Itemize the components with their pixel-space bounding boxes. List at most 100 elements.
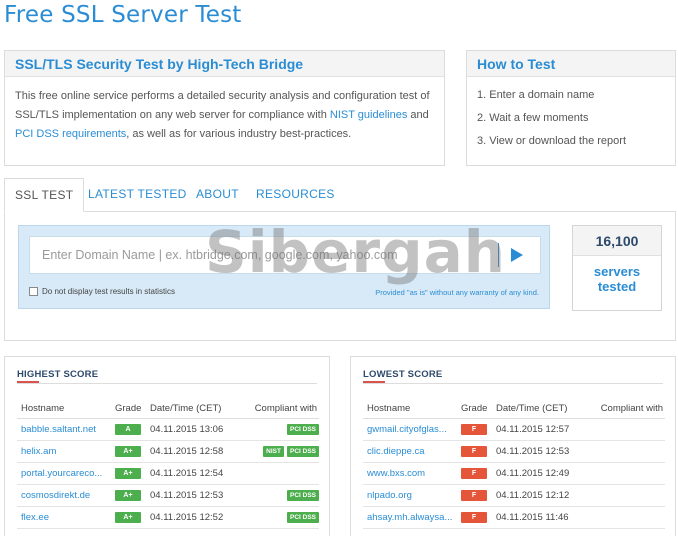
highest-score-title: HIGHEST SCORE [17,369,99,380]
hostname-link[interactable]: helix.am [17,440,111,463]
hostname-link[interactable]: portal.yourcareco... [17,462,111,485]
nist-badge: NIST [263,446,284,457]
date-cell: 04.11.2015 12:58 [146,440,242,463]
column-header: Grade [457,400,492,419]
hostname-link[interactable]: clic.dieppe.ca [363,440,457,463]
pci-dss-badge: PCI DSS [286,446,319,457]
column-header: Date/Time (CET) [492,400,588,419]
grade-cell: A+ [111,506,146,529]
counter-label-line: tested [597,279,637,294]
start-test-button[interactable] [508,245,526,265]
ssl-test-panel: Do not display test results in statistic… [4,211,676,341]
date-cell: 04.11.2015 12:53 [146,484,242,507]
about-text-2: and [410,109,429,121]
domain-search-input[interactable] [30,237,500,273]
pci-dss-link[interactable]: PCI DSS requirements [15,128,126,140]
how-to-test-card: How to Test 1. Enter a domain name 2. Wa… [466,50,676,166]
pci-dss-badge: PCI DSS [286,490,319,501]
highest-score-card: HIGHEST SCORE Hostname Grade Date/Time (… [4,356,330,536]
servers-tested-counter: 16,100 servers tested [572,225,662,311]
grade-badge: A [115,424,141,435]
hostname-link[interactable]: nlpado.org [363,484,457,507]
hostname-link[interactable]: gwmail.cityofglas... [363,418,457,441]
date-cell: 04.11.2015 12:52 [146,506,242,529]
table-row[interactable]: cosmosdirekt.de A+ 04.11.2015 12:53 PCI DSS [17,484,319,507]
table-row[interactable]: nlpado.org F 04.11.2015 12:12 [363,484,665,507]
how-to-steps: 1. Enter a domain name 2. Wait a few mom… [467,77,675,147]
tab-resources[interactable]: RESOURCES [246,178,345,211]
pci-dss-badge: PCI DSS [286,512,319,523]
column-header: Compliant with [588,400,665,419]
grade-badge: F [461,446,487,457]
lowest-score-title: LOWEST SCORE [363,369,443,380]
table-row[interactable]: www.bxs.com F 04.11.2015 12:49 [363,462,665,485]
how-to-step: 3. View or download the report [477,135,626,147]
nist-guidelines-link[interactable]: NIST guidelines [330,109,407,121]
column-header: Compliant with [242,400,319,419]
date-cell: 04.11.2015 12:12 [492,484,588,507]
compliance-cell [588,484,665,507]
hostname-link[interactable]: ahsay.mh.alwaysa... [363,506,457,529]
table-row[interactable]: gwmail.cityofglas... F 04.11.2015 12:57 [363,418,665,441]
grade-badge: A+ [115,512,141,523]
grade-badge: A+ [115,468,141,479]
grade-badge: A+ [115,446,141,457]
page-title: Free SSL Server Test [4,2,242,28]
about-heading: SSL/TLS Security Test by High-Tech Bridg… [5,51,444,77]
divider [363,383,663,384]
compliance-cell [588,462,665,485]
search-box: Do not display test results in statistic… [18,225,550,309]
warranty-disclaimer: Provided "as is" without any warranty of… [375,288,539,297]
checkbox-box[interactable] [29,287,38,296]
about-text-3: , as well as for various industry best-p… [126,128,352,140]
date-cell: 04.11.2015 12:54 [146,462,242,485]
tab-about[interactable]: ABOUT [186,178,249,211]
title-underline [363,381,385,383]
grade-badge: F [461,512,487,523]
servers-tested-count: 16,100 [573,226,661,256]
compliance-cell [242,462,319,485]
table-row[interactable]: portal.yourcareco... A+ 04.11.2015 12:54 [17,462,319,485]
hostname-link[interactable]: flex.ee [17,506,111,529]
about-text: This free online service performs a deta… [5,77,444,144]
title-underline [17,381,39,383]
table-header-row: Hostname Grade Date/Time (CET) Compliant… [363,400,665,419]
compliance-cell: NIST PCI DSS [242,440,319,463]
column-header: Hostname [17,400,111,419]
date-cell: 04.11.2015 12:57 [492,418,588,441]
table-row[interactable]: flex.ee A+ 04.11.2015 12:52 PCI DSS [17,506,319,529]
search-input-wrap [29,236,541,274]
servers-tested-label: servers tested [573,256,661,294]
hostname-link[interactable]: cosmosdirekt.de [17,484,111,507]
how-to-step: 1. Enter a domain name [477,89,595,101]
column-header: Grade [111,400,146,419]
table-header-row: Hostname Grade Date/Time (CET) Compliant… [17,400,319,419]
hide-statistics-checkbox[interactable]: Do not display test results in statistic… [29,287,175,296]
how-to-test-heading: How to Test [467,51,675,77]
tab-latest-tested[interactable]: LATEST TESTED [78,178,197,211]
counter-label-line: servers [593,264,641,279]
hostname-link[interactable]: babble.saltant.net [17,418,111,441]
table-row[interactable]: babble.saltant.net A 04.11.2015 13:06 PCI D… [17,418,319,441]
grade-badge: F [461,490,487,501]
hostname-link[interactable]: www.bxs.com [363,462,457,485]
grade-cell: A+ [111,484,146,507]
grade-cell: A+ [111,440,146,463]
about-card: SSL/TLS Security Test by High-Tech Bridg… [4,50,445,166]
date-cell: 04.11.2015 12:53 [492,440,588,463]
grade-cell: F [457,506,492,529]
pci-dss-badge: PCI DSS [286,424,319,435]
table-row[interactable]: ahsay.mh.alwaysa... F 04.11.2015 11:46 [363,506,665,529]
grade-cell: F [457,418,492,441]
column-header: Date/Time (CET) [146,400,242,419]
table-row[interactable]: clic.dieppe.ca F 04.11.2015 12:53 [363,440,665,463]
tab-ssl-test[interactable]: SSL TEST [4,178,85,212]
table-row[interactable]: helix.am A+ 04.11.2015 12:58 NIST PCI DSS [17,440,319,463]
grade-badge: F [461,468,487,479]
hide-statistics-label: Do not display test results in statistic… [42,287,175,296]
grade-cell: F [457,462,492,485]
grade-badge: F [461,424,487,435]
compliance-cell: PCI DSS [242,484,319,507]
date-cell: 04.11.2015 13:06 [146,418,242,441]
grade-cell: F [457,440,492,463]
